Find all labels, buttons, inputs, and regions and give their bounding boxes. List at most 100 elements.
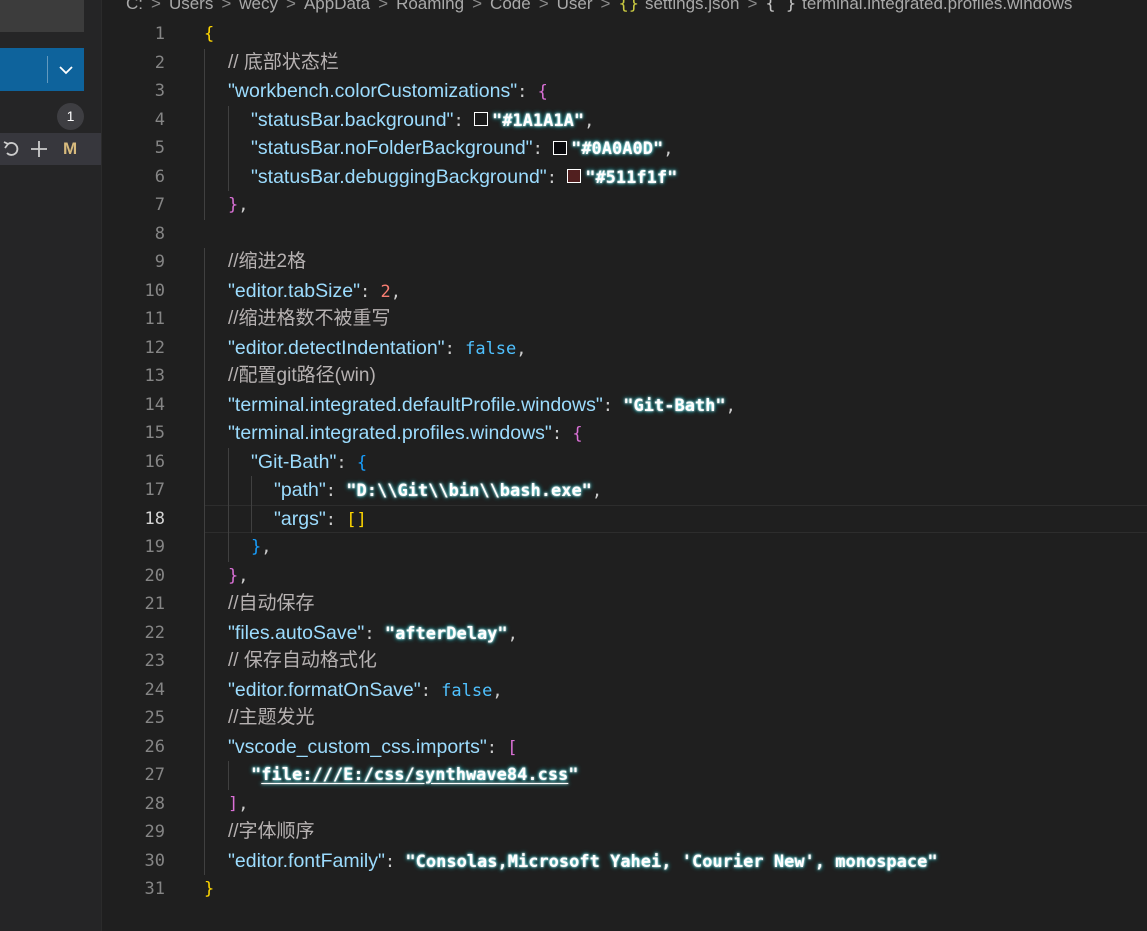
code-line[interactable]: 10 "editor.tabSize": 2,: [101, 276, 1147, 305]
indent-guide: [228, 105, 229, 134]
code-comment: //字体顺序: [228, 821, 315, 842]
line-number: 2: [154, 52, 165, 73]
code-content: "statusBar.background": "#1A1A1A",: [251, 106, 594, 136]
code-line[interactable]: 29 //字体顺序: [101, 818, 1147, 847]
code-line[interactable]: 9 //缩进2格: [101, 248, 1147, 277]
code-token: :: [336, 452, 357, 473]
code-token: ,: [591, 481, 603, 501]
code-token: ,: [507, 623, 518, 644]
code-token: }: [251, 537, 262, 557]
code-line[interactable]: 3 "workbench.colorCustomizations": {: [101, 77, 1147, 106]
code-line[interactable]: 27 "file:///E:/css/synthwave84.css": [101, 761, 1147, 790]
code-comment: //主题发光: [228, 707, 315, 728]
code-token: "Git-Bath": [623, 395, 726, 416]
code-line[interactable]: 8: [101, 220, 1147, 249]
line-number: 29: [144, 822, 165, 842]
breadcrumb-item[interactable]: AppData: [304, 0, 370, 13]
code-line[interactable]: 28],: [101, 789, 1147, 818]
code-token: :: [325, 509, 347, 530]
code-token: :: [546, 167, 568, 188]
commit-button[interactable]: [0, 48, 84, 91]
color-swatch-icon[interactable]: [567, 169, 582, 183]
code-line[interactable]: 2 // 底部状态栏: [101, 48, 1147, 77]
code-token: ,: [390, 281, 401, 302]
indent-guide: [204, 504, 205, 533]
code-line[interactable]: 19},: [101, 533, 1147, 562]
code-line[interactable]: 7},: [101, 191, 1147, 220]
code-content: "vscode_custom_css.imports": [: [228, 733, 518, 763]
code-line[interactable]: 21 //自动保存: [101, 590, 1147, 619]
code-token: false: [465, 338, 517, 359]
code-token: false: [441, 680, 493, 701]
code-line[interactable]: 1{: [101, 20, 1147, 49]
code-token: {: [204, 24, 215, 44]
code-token: file:///E:/css/synthwave84.css: [261, 765, 569, 785]
code-line[interactable]: 31}: [101, 875, 1147, 904]
code-line[interactable]: 4 "statusBar.background": "#1A1A1A",: [101, 105, 1147, 136]
line-number: 24: [144, 679, 165, 700]
object-symbol-icon: { }: [765, 0, 797, 14]
breadcrumb-item[interactable]: Users: [169, 0, 213, 13]
chevron-down-icon[interactable]: [56, 60, 76, 80]
code-line[interactable]: 15 "terminal.integrated.profiles.windows"…: [101, 419, 1147, 448]
line-number: 8: [154, 223, 165, 244]
breadcrumb-item[interactable]: C:: [126, 0, 143, 13]
breadcrumb-item[interactable]: Code: [490, 0, 531, 13]
code-line[interactable]: 20},: [101, 561, 1147, 590]
breadcrumb-item[interactable]: wecy: [239, 0, 278, 13]
code-line[interactable]: 30 "editor.fontFamily": "Consolas,Microso…: [101, 846, 1147, 875]
breadcrumb-item[interactable]: User: [557, 0, 593, 13]
breadcrumb-separator-icon: >: [286, 0, 296, 13]
json-file-icon: {}: [618, 0, 639, 14]
line-number: 30: [144, 850, 165, 871]
code-content: //配置git路径(win): [228, 362, 376, 391]
code-comment: //配置git路径(win): [228, 365, 376, 386]
code-line[interactable]: 25 //主题发光: [101, 704, 1147, 733]
line-number: 27: [144, 765, 165, 785]
modified-status-badge: M: [63, 139, 78, 158]
code-line[interactable]: 13 //配置git路径(win): [101, 362, 1147, 391]
code-token: :: [384, 851, 406, 872]
line-number: 11: [144, 309, 165, 329]
code-token: :: [360, 281, 381, 302]
code-line[interactable]: 23 // 保存自动格式化: [101, 647, 1147, 676]
color-swatch-icon[interactable]: [473, 112, 488, 126]
color-swatch-icon[interactable]: [553, 140, 568, 155]
indent-guide: [204, 476, 205, 505]
code-token: "Consolas,Microsoft Yahei, 'Courier New'…: [405, 851, 938, 872]
code-content: //自动保存: [228, 590, 315, 619]
code-token: {: [356, 452, 368, 473]
code-line[interactable]: 5 "statusBar.noFolderBackground": "#0A0A0…: [101, 134, 1147, 163]
code-content: "Git-Bath": {: [251, 448, 367, 478]
code-line[interactable]: 12 "editor.detectIndentation": false,: [101, 333, 1147, 362]
stage-changes-icon[interactable]: [29, 139, 49, 159]
code-token: ,: [492, 680, 503, 701]
code-line[interactable]: 26 "vscode_custom_css.imports": [: [101, 732, 1147, 763]
json-key: "editor.tabSize": [228, 279, 361, 302]
code-line[interactable]: 6 "statusBar.debuggingBackground": "#511f…: [101, 162, 1147, 191]
line-number: 15: [144, 423, 165, 443]
line-number: 25: [144, 708, 165, 728]
breadcrumb-item[interactable]: settings.json: [645, 0, 740, 13]
line-number: 17: [144, 480, 165, 500]
code-token: :: [444, 338, 466, 359]
breadcrumb-item[interactable]: terminal.integrated.profiles.windows: [802, 0, 1072, 13]
code-line[interactable]: 24 "editor.formatOnSave": false,: [101, 675, 1147, 704]
code-line[interactable]: 18 "args": []: [101, 504, 1147, 533]
changed-file-row[interactable]: M: [0, 133, 101, 165]
breadcrumb-item[interactable]: Roaming: [396, 0, 464, 13]
discard-changes-icon[interactable]: [2, 139, 22, 159]
code-line[interactable]: 16 "Git-Bath": {: [101, 447, 1147, 478]
code-line[interactable]: 14 "terminal.integrated.defaultProfile.wi…: [101, 390, 1147, 419]
code-token: }: [228, 195, 239, 215]
code-content: "workbench.colorCustomizations": {: [228, 77, 548, 107]
json-key: "path": [274, 479, 326, 501]
code-line[interactable]: 22 "files.autoSave": "afterDelay",: [101, 618, 1147, 647]
line-number: 14: [144, 394, 165, 415]
code-editor[interactable]: 1{2// 底部状态栏 3 "workbench.colorCustomizatio…: [101, 20, 1147, 931]
code-token: :: [364, 623, 385, 644]
line-number: 10: [144, 280, 165, 301]
code-line[interactable]: 17 "path": "D:\\Git\\bin\\bash.exe",: [101, 476, 1147, 505]
code-token: :: [602, 395, 624, 416]
code-line[interactable]: 11 //缩进格数不被重写: [101, 305, 1147, 334]
